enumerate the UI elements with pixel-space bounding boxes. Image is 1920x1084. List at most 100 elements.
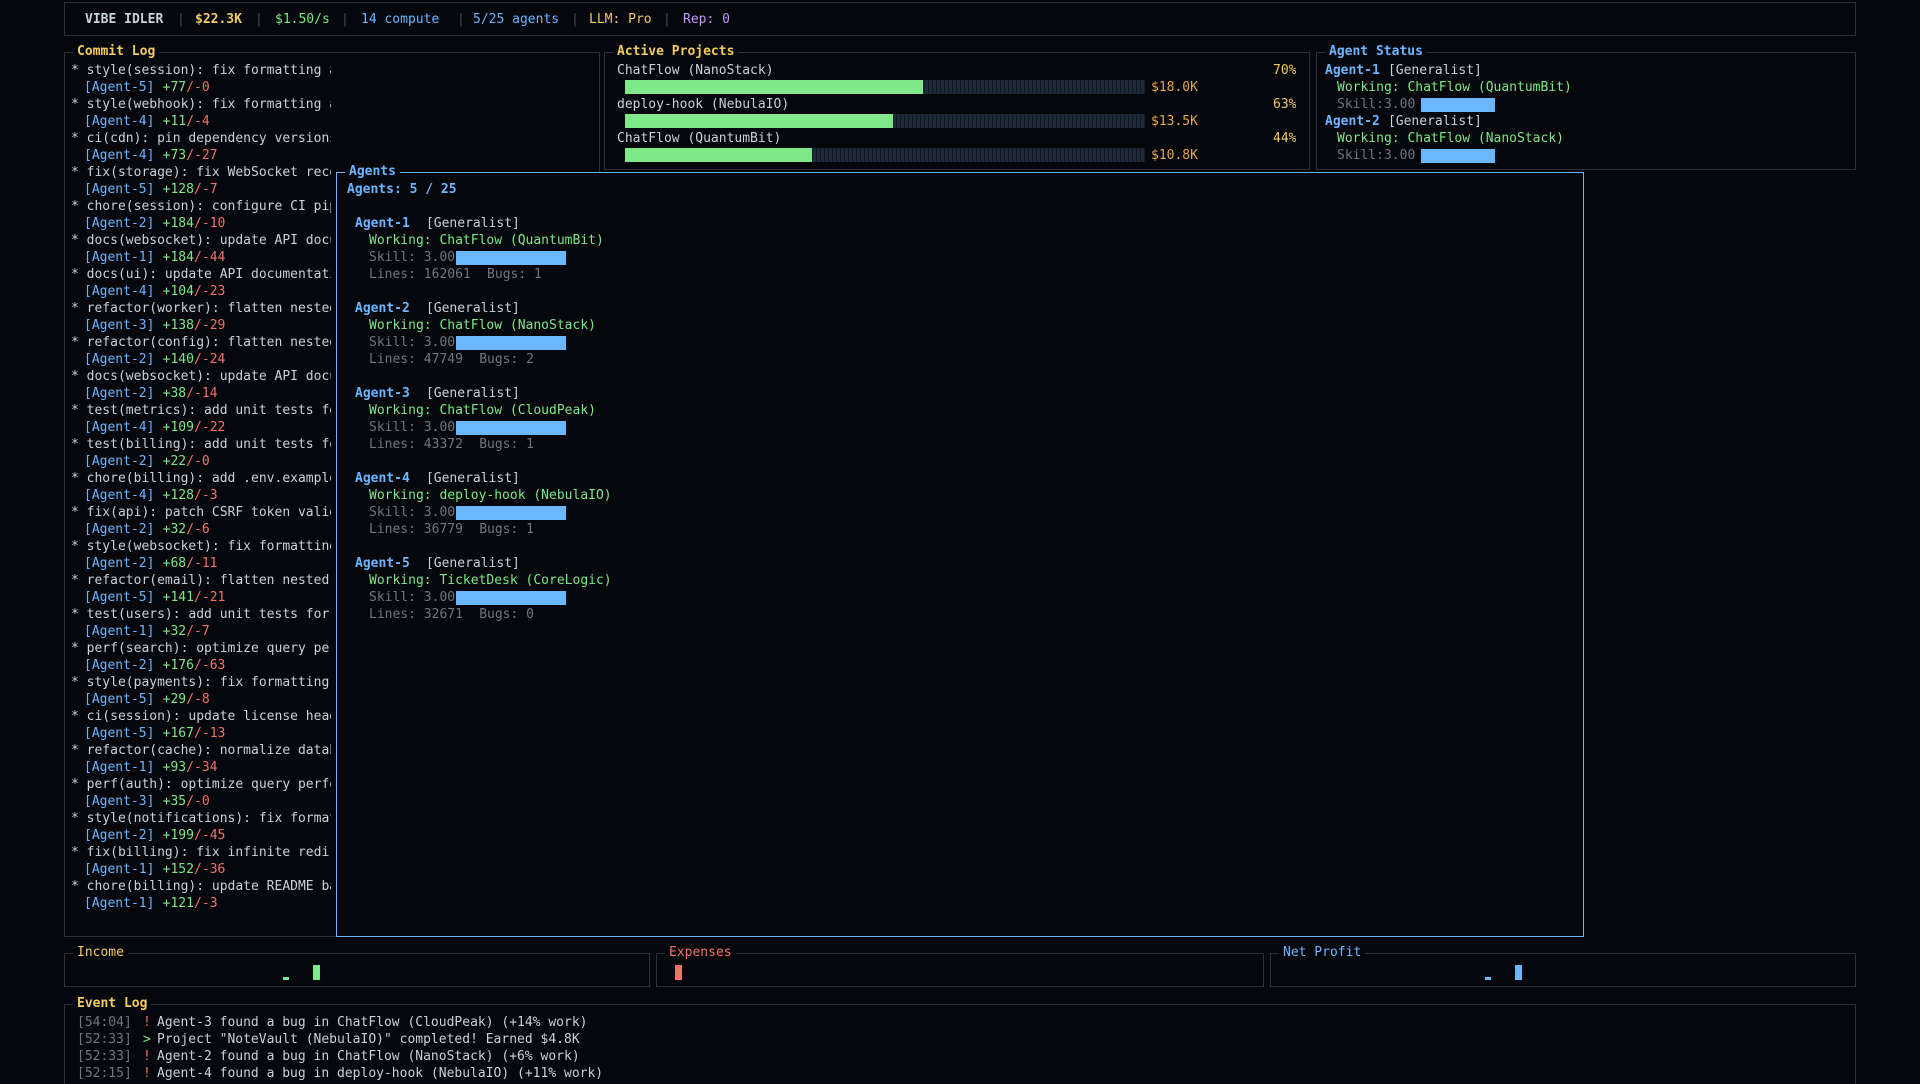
agent-status-skill: Skill:3.00: [1337, 148, 1416, 163]
project-percent: 44%: [1273, 131, 1297, 146]
commit-message: * test(metrics): add unit tests for: [71, 403, 331, 418]
commit-agent: [Agent-1]: [84, 624, 155, 639]
commit-additions: +109: [162, 420, 194, 435]
commit-entry[interactable]: * ci(cdn): pin dependency versions [Agent…: [65, 130, 585, 164]
agent-status-row[interactable]: Agent-2 [Generalist] Working: ChatFlow (Na…: [1317, 113, 1857, 164]
reputation: Rep: 0: [683, 12, 730, 27]
event-text: Agent-4 found a bug in deploy-hook (Nebu…: [157, 1066, 604, 1081]
project-progress-fill: [625, 114, 893, 128]
header-separator: |: [571, 12, 579, 27]
agent-card-lines: Lines: 162061: [369, 267, 471, 282]
commit-additions: +22: [162, 454, 187, 469]
agent-card-skill-bar: [456, 591, 566, 605]
active-projects-title: Active Projects: [613, 44, 739, 60]
agent-card-bugs: Bugs: 0: [479, 607, 534, 622]
commit-agent: [Agent-1]: [84, 760, 155, 775]
commit-deletions: /-6: [186, 522, 210, 537]
project-row[interactable]: deploy-hook (NebulaIO) 63% $13.5K: [605, 96, 1311, 130]
agent-status-title: Agent Status: [1325, 44, 1427, 60]
commit-agent: [Agent-4]: [84, 488, 155, 503]
project-row[interactable]: ChatFlow (QuantumBit) 44% $10.8K: [605, 130, 1311, 164]
agent-status-role: [Generalist]: [1387, 114, 1482, 129]
commit-agent: [Agent-5]: [84, 590, 155, 605]
commit-additions: +128: [162, 488, 194, 503]
commit-deletions: /-34: [186, 760, 218, 775]
commit-agent: [Agent-2]: [84, 658, 155, 673]
commit-additions: +32: [162, 624, 187, 639]
commit-entry[interactable]: * style(session): fix formatting and lin…: [65, 62, 585, 96]
agents-modal-title: Agents: [345, 164, 400, 180]
agent-status-row[interactable]: Agent-1 [Generalist] Working: ChatFlow (Qu…: [1317, 62, 1857, 113]
agent-card[interactable]: Agent-4 [Generalist] Working: deploy-hook …: [337, 470, 937, 550]
commit-additions: +167: [162, 726, 194, 741]
commit-deletions: /-13: [194, 726, 226, 741]
agent-card-name: Agent-2: [355, 301, 410, 316]
commit-message: * docs(websocket): update API docume: [71, 233, 331, 248]
commit-additions: +199: [162, 828, 194, 843]
commit-deletions: /-45: [194, 828, 226, 843]
event-entry[interactable]: [54:04]! Agent-3 found a bug in ChatFlow …: [65, 1014, 1065, 1031]
agent-status-working: Working: ChatFlow (NanoStack): [1337, 131, 1564, 146]
commit-message: * fix(billing): fix infinite redirec: [71, 845, 331, 860]
agent-card-skill: Skill: 3.00: [369, 335, 456, 350]
commit-entry[interactable]: * style(webhook): fix formatting and lin…: [65, 96, 585, 130]
header-separator: |: [341, 12, 349, 27]
commit-log-title: Commit Log: [73, 44, 160, 60]
event-marker: >: [143, 1032, 151, 1047]
commit-message: * ci(cdn): pin dependency versions: [71, 131, 331, 146]
commit-deletions: /-14: [186, 386, 218, 401]
commit-message: * style(websocket): fix formatting a: [71, 539, 331, 554]
agents-modal[interactable]: Agents Agents: 5 / 25 Agent-1 [Generalist…: [336, 164, 1584, 937]
compute-counter: 14 compute: [361, 12, 440, 27]
event-entry[interactable]: [52:33]! Agent-2 found a bug in ChatFlow …: [65, 1048, 1065, 1065]
commit-message: * style(payments): fix formatting an: [71, 675, 331, 690]
commit-message: * style(notifications): fix formatti: [71, 811, 331, 826]
agent-card[interactable]: Agent-5 [Generalist] Working: TicketDesk (…: [337, 555, 937, 635]
commit-additions: +29: [162, 692, 187, 707]
agent-card-working: Working: TicketDesk (CoreLogic): [369, 573, 612, 588]
expenses-chart: Expenses: [656, 945, 1264, 987]
commit-message: * refactor(worker): flatten nested c: [71, 301, 331, 316]
project-value: $10.8K: [1151, 148, 1198, 163]
agent-card-role: [Generalist]: [425, 556, 520, 571]
commit-agent: [Agent-5]: [84, 80, 155, 95]
project-row[interactable]: ChatFlow (NanoStack) 70% $18.0K: [605, 62, 1311, 96]
agent-card[interactable]: Agent-2 [Generalist] Working: ChatFlow (Na…: [337, 300, 937, 380]
commit-agent: [Agent-2]: [84, 556, 155, 571]
money-counter: $22.3K: [195, 12, 242, 27]
commit-additions: +104: [162, 284, 194, 299]
project-progress-fill: [625, 148, 812, 162]
agent-card[interactable]: Agent-3 [Generalist] Working: ChatFlow (Cl…: [337, 385, 937, 465]
commit-deletions: /-0: [186, 454, 210, 469]
event-entry[interactable]: [52:15]! Agent-4 found a bug in deploy-ho…: [65, 1065, 1065, 1082]
event-marker: !: [143, 1066, 151, 1081]
agent-card-role: [Generalist]: [425, 216, 520, 231]
header-separator: |: [255, 12, 263, 27]
commit-agent: [Agent-1]: [84, 862, 155, 877]
commit-additions: +141: [162, 590, 194, 605]
event-marker: !: [143, 1015, 151, 1030]
commit-message: * test(billing): add unit tests for: [71, 437, 331, 452]
income-spark-low: [283, 977, 289, 980]
project-percent: 70%: [1273, 63, 1297, 78]
agent-card[interactable]: Agent-1 [Generalist] Working: ChatFlow (Qu…: [337, 215, 937, 295]
commit-deletions: /-0: [186, 80, 210, 95]
app-title: VIBE IDLER: [85, 12, 164, 27]
commit-message: * docs(ui): update API documentation: [71, 267, 331, 282]
commit-message: * style(session): fix formatting and lin…: [71, 63, 331, 78]
agent-card-lines: Lines: 47749: [369, 352, 463, 367]
agent-card-role: [Generalist]: [425, 301, 520, 316]
income-spark-high: [313, 965, 320, 980]
agent-card-skill: Skill: 3.00: [369, 420, 456, 435]
commit-deletions: /-0: [186, 794, 210, 809]
agent-card-bugs: Bugs: 2: [479, 352, 534, 367]
agent-card-working: Working: deploy-hook (NebulaIO): [369, 488, 612, 503]
event-entry[interactable]: [52:33] > Project "NoteVault (NebulaIO)" c…: [65, 1031, 1065, 1048]
commit-deletions: /-24: [194, 352, 226, 367]
project-name: deploy-hook (NebulaIO): [617, 97, 790, 112]
expenses-spark: [675, 965, 682, 980]
net-profit-chart: Net Profit: [1270, 945, 1856, 987]
header-separator: |: [177, 12, 185, 27]
header-separator: |: [457, 12, 465, 27]
project-value: $18.0K: [1151, 80, 1198, 95]
